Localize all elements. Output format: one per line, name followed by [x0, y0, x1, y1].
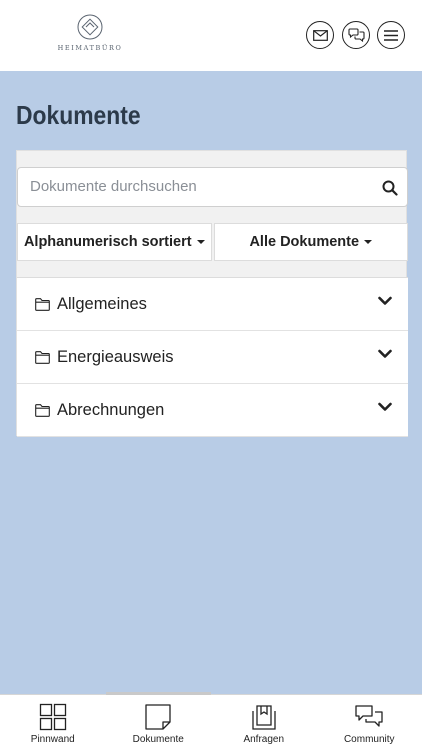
tab-label: Community	[343, 734, 395, 745]
tab-pinnwand[interactable]: Pinnwand	[0, 695, 106, 750]
inbox-icon	[252, 705, 276, 730]
folder-icon	[35, 350, 50, 364]
search-placeholder: Dokumente durchsuchen	[30, 178, 197, 195]
tab-label: Dokumente	[132, 734, 184, 745]
filter-row: Alphanumerisch sortiert Alle Dokumente	[17, 223, 408, 261]
folder-icon	[35, 297, 50, 311]
chevron-down-icon[interactable]	[378, 296, 392, 306]
chevron-down-icon[interactable]	[378, 402, 392, 412]
heimatbuero-logo[interactable]: HEIMATBÜRO	[58, 14, 122, 58]
page-title: Dokumente	[16, 100, 141, 130]
grid-icon	[39, 703, 66, 731]
chat-bubbles-icon	[355, 705, 383, 727]
documents-panel: Dokumente durchsuchen Alphanumerisch sor…	[16, 150, 408, 437]
search-icon[interactable]	[382, 180, 398, 196]
document-icon	[145, 704, 171, 730]
filter-label: Alle Dokumente	[249, 234, 360, 250]
folder-item[interactable]: Abrechnungen	[17, 384, 408, 437]
search-input[interactable]: Dokumente durchsuchen	[17, 167, 408, 207]
chevron-down-icon[interactable]	[378, 349, 392, 359]
caret-down-icon	[196, 240, 205, 244]
menu-button[interactable]	[377, 21, 405, 49]
folder-icon	[35, 403, 50, 417]
sort-label: Alphanumerisch sortiert	[23, 234, 192, 250]
sort-dropdown[interactable]: Alphanumerisch sortiert	[17, 223, 212, 261]
mail-button[interactable]	[306, 21, 334, 49]
chat-button[interactable]	[342, 21, 370, 49]
bottom-tab-bar: Pinnwand Dokumente Anfragen Community	[0, 692, 422, 750]
caret-down-icon	[364, 240, 373, 244]
folder-label: Allgemeines	[57, 294, 147, 313]
folder-item[interactable]: Energieausweis	[17, 331, 408, 384]
logo-text: HEIMATBÜRO	[57, 44, 123, 52]
logo-mark-icon	[77, 14, 103, 40]
tab-label: Pinnwand	[30, 734, 75, 745]
tab-dokumente[interactable]: Dokumente	[105, 692, 211, 750]
folder-item[interactable]: Allgemeines	[17, 278, 408, 331]
chat-bubbles-icon	[347, 27, 365, 42]
folder-list: Allgemeines Energieausweis Abrechnungen	[17, 277, 408, 437]
tab-community[interactable]: Community	[317, 695, 422, 750]
app-header: HEIMATBÜRO	[0, 0, 422, 71]
folder-label: Energieausweis	[57, 347, 174, 366]
active-tab-indicator	[105, 692, 211, 695]
tab-anfragen[interactable]: Anfragen	[211, 695, 317, 750]
tab-label: Anfragen	[243, 734, 285, 745]
hamburger-menu-icon	[384, 29, 398, 41]
folder-label: Abrechnungen	[57, 400, 165, 419]
mail-icon	[312, 29, 328, 41]
filter-dropdown[interactable]: Alle Dokumente	[213, 223, 408, 261]
